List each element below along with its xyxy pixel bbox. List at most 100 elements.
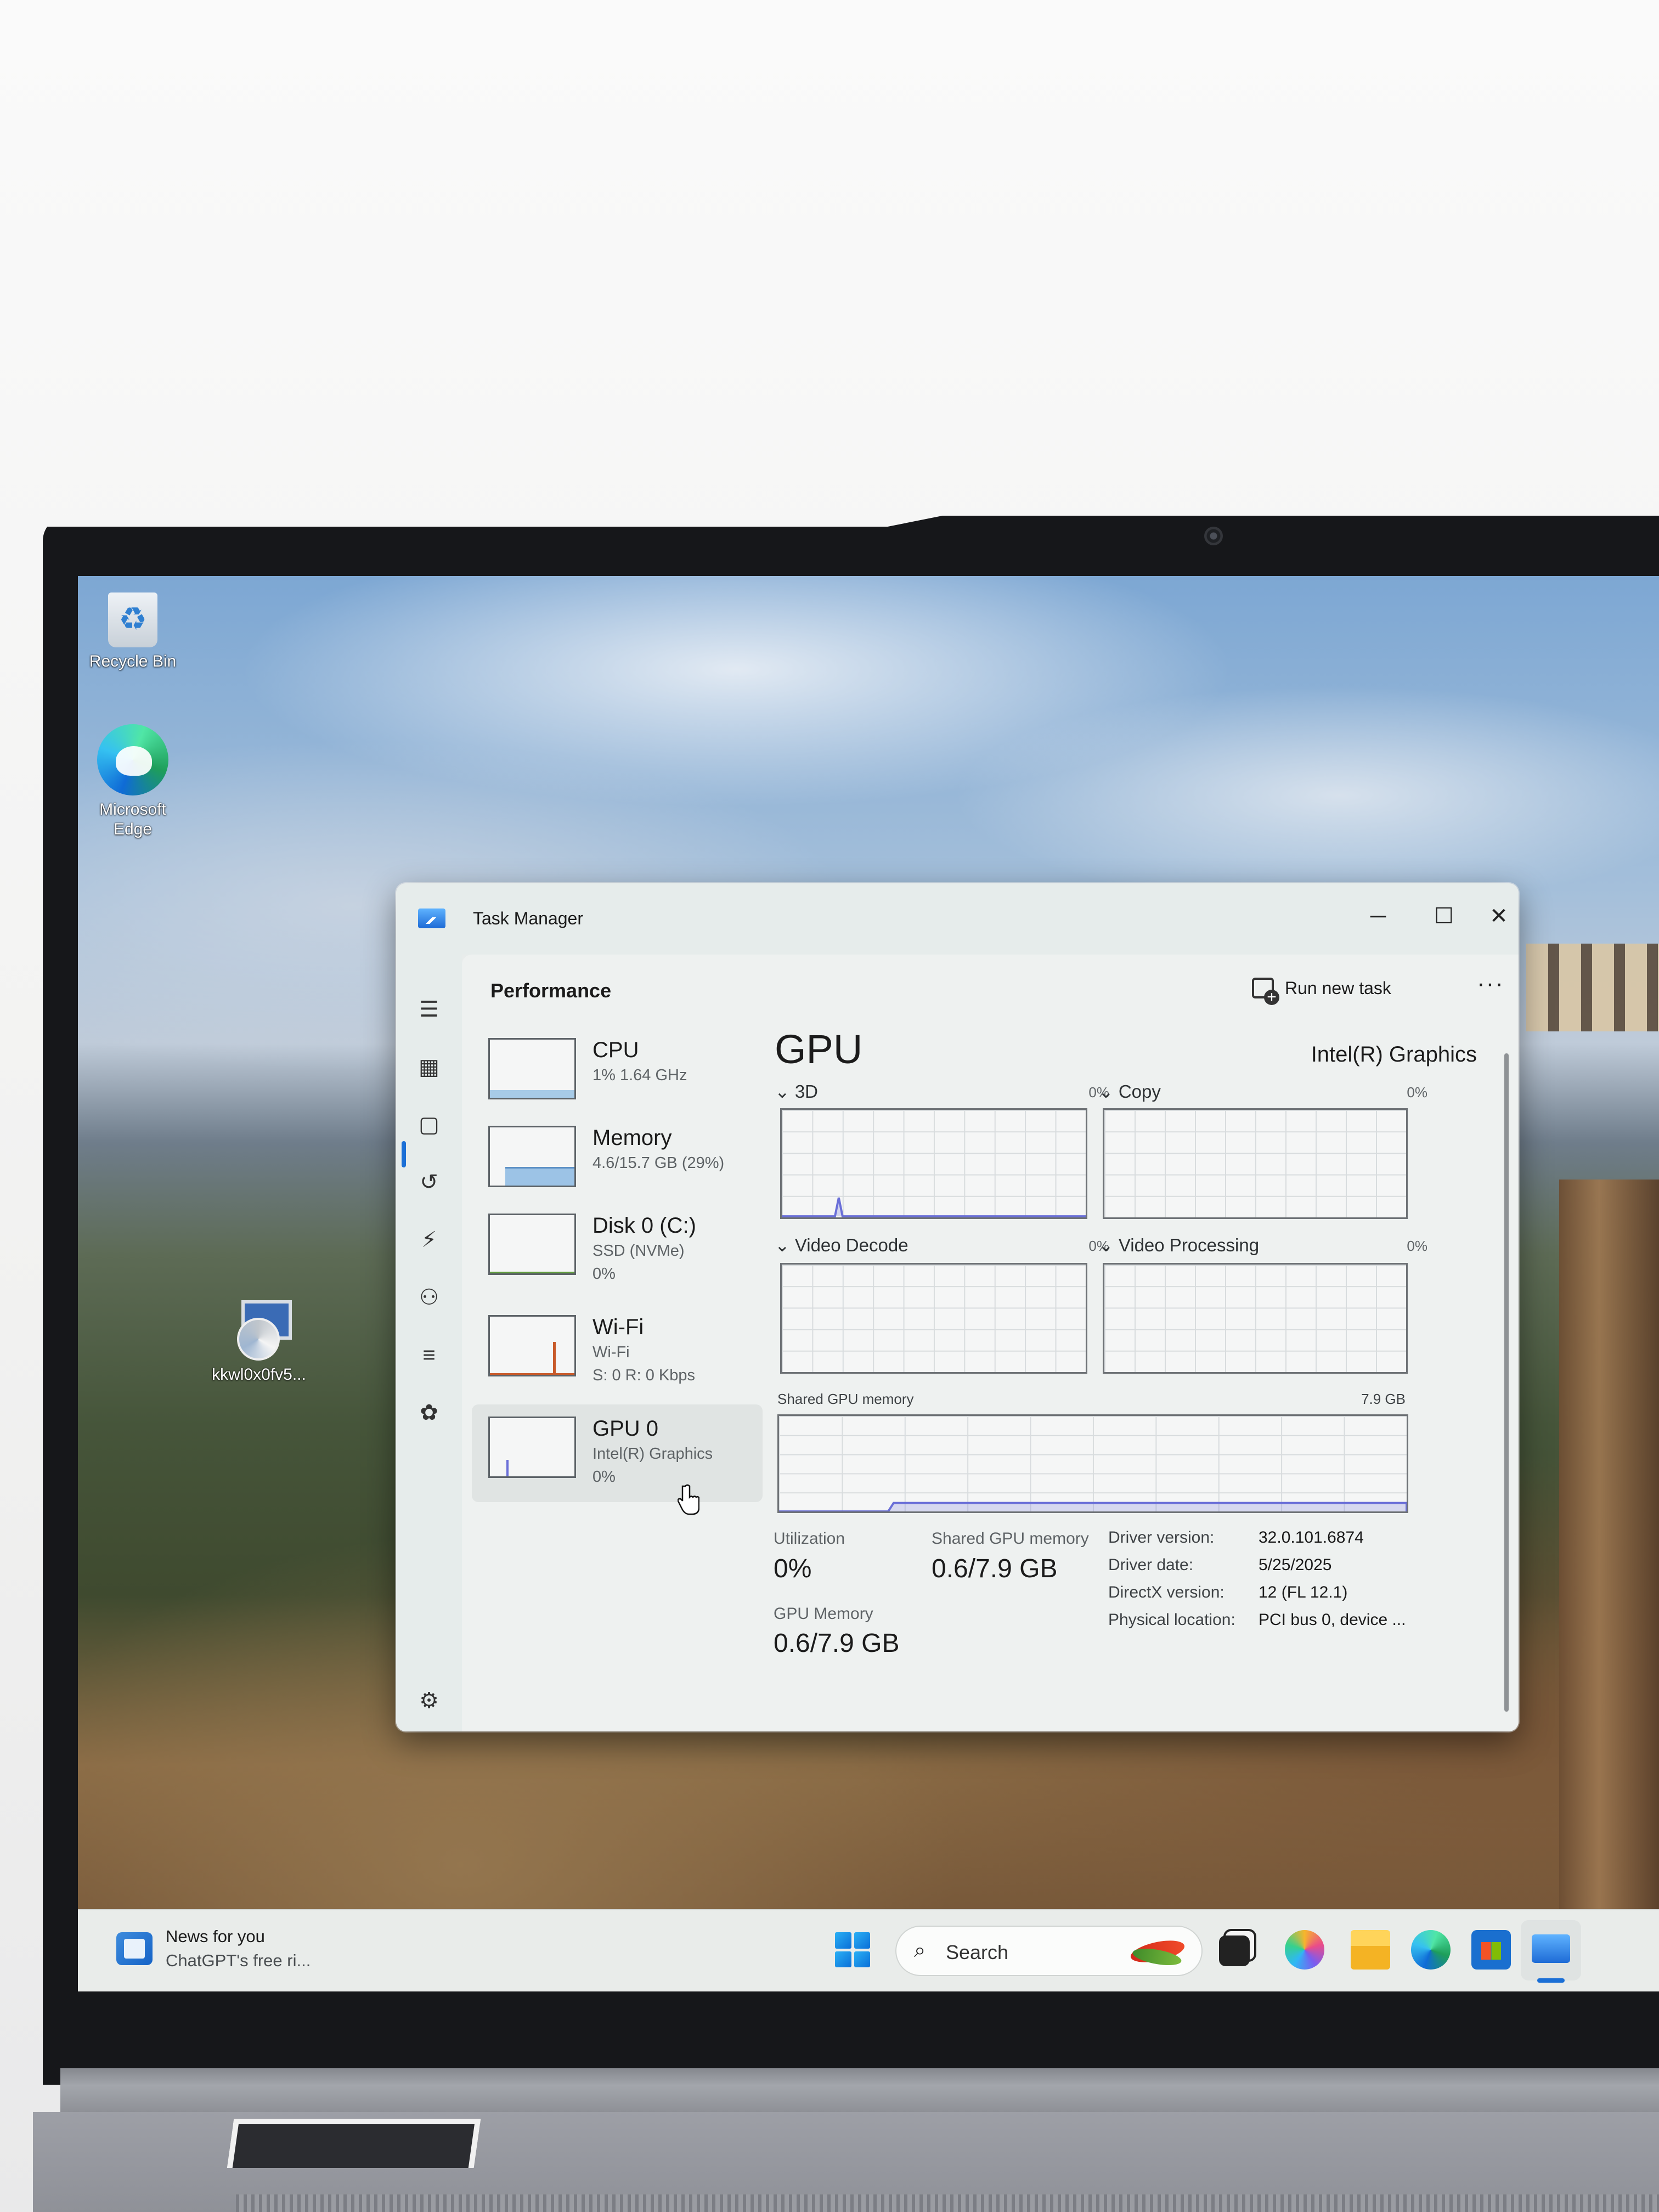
utilization-label: Utilization [774,1530,845,1548]
desktop-icon-label: kkwl0x0fv5... [212,1365,306,1384]
menu-icon[interactable]: ☰ [413,993,445,1026]
gpu-detail-panel: GPU Intel(R) Graphics ⌄ 3D 0% ⌄ Copy 0% [769,1026,1482,1723]
desktop-screen: Recycle Bin Microsoft Edge kkwl0x0fv5...… [78,576,1659,1991]
memory-mini-graph [488,1126,576,1187]
shared-memory-line [779,1502,1407,1511]
run-new-task-button[interactable]: Run new task [1252,978,1391,1005]
engine-3d-dropdown[interactable]: ⌄ 3D [775,1081,818,1102]
processes-icon[interactable]: ▦ [413,1051,445,1084]
close-button[interactable]: ✕ [1466,894,1519,938]
speaker-grille [236,2194,1659,2212]
resource-detail: 1% 1.64 GHz [592,1066,687,1084]
engine-3d-graph [780,1108,1087,1219]
microsoft-store-icon[interactable] [1471,1930,1511,1970]
desktop-icon-recycle-bin[interactable]: Recycle Bin [78,592,188,672]
installer-icon [226,1300,292,1361]
engine-label: 3D [794,1081,819,1102]
navigation-rail: ☰ ▦ ▢ ↺ ⚡ ⚇ ≡ ✿ ⚙ [396,955,462,1731]
scrollbar[interactable] [1504,1053,1509,1712]
resource-item-memory[interactable]: Memory 4.6/15.7 GB (29%) [472,1114,763,1211]
resource-name: Memory [592,1126,672,1150]
active-app-indicator [1537,1978,1565,1983]
engine-video-decode-graph [780,1263,1087,1374]
engine-video-decode-dropdown[interactable]: ⌄ Video Decode [775,1234,909,1256]
news-widget-headline[interactable]: ChatGPT's free ri... [166,1951,311,1971]
shared-memory-graph [777,1414,1408,1513]
performance-icon[interactable]: ▢ [413,1108,445,1141]
spec-label: Driver date: [1108,1556,1194,1574]
engine-video-processing-graph [1103,1263,1408,1374]
engine-label: Video Decode [794,1235,909,1255]
copilot-icon[interactable] [1285,1930,1324,1970]
chevron-down-icon: ⌄ [1098,1235,1119,1255]
wifi-mini-graph [488,1315,576,1376]
run-new-task-label: Run new task [1285,978,1391,998]
engine-copy-graph [1103,1108,1408,1219]
details-icon[interactable]: ≡ [413,1339,445,1372]
shared-memory-stat-label: Shared GPU memory [932,1530,1089,1548]
engine-video-processing-dropdown[interactable]: ⌄ Video Processing [1098,1234,1259,1256]
nav-selected-indicator [402,1141,406,1167]
minimize-button[interactable]: ─ [1345,894,1411,938]
laptop-hinge [60,2068,1659,2112]
gpu-memory-label: GPU Memory [774,1605,873,1623]
resource-name: GPU 0 [592,1417,659,1441]
resource-list: CPU 1% 1.64 GHz Memory 4.6/15.7 GB (29%)… [462,1026,769,1731]
engine-3d-line [782,1197,1086,1217]
resource-item-cpu[interactable]: CPU 1% 1.64 GHz [472,1026,763,1124]
resource-detail: Intel(R) Graphics [592,1445,713,1463]
services-icon[interactable]: ✿ [413,1396,445,1429]
start-button[interactable] [835,1932,870,1967]
resource-detail-2: 0% [592,1468,616,1486]
users-icon[interactable]: ⚇ [413,1281,445,1314]
resource-detail: 4.6/15.7 GB (29%) [592,1154,725,1172]
resource-item-gpu[interactable]: GPU 0 Intel(R) Graphics 0% [472,1404,763,1502]
page-title: Performance [490,979,612,1002]
desktop-icon-label: Microsoft Edge [99,800,166,838]
task-manager-taskbar-icon[interactable] [1532,1934,1570,1963]
resource-detail-2: S: 0 R: 0 Kbps [592,1367,695,1384]
taskbar-search-box[interactable]: ⌕ Search [895,1926,1203,1976]
chevron-down-icon: ⌄ [1098,1081,1119,1102]
gpu-adapter-name: Intel(R) Graphics [1311,1042,1477,1066]
task-view-icon[interactable] [1219,1936,1250,1966]
engine-label: Video Processing [1118,1235,1260,1255]
file-explorer-icon[interactable] [1351,1930,1390,1970]
desktop-icon-microsoft-edge[interactable]: Microsoft Edge [78,724,188,839]
engine-percent: 0% [1407,1238,1427,1254]
resource-detail-2: 0% [592,1265,616,1283]
desktop-icon-label: Recycle Bin [89,652,177,670]
task-manager-app-icon [418,909,445,928]
resource-item-disk[interactable]: Disk 0 (C:) SSD (NVMe) 0% [472,1201,763,1299]
startup-icon[interactable]: ⚡ [413,1223,445,1256]
resource-name: Wi-Fi [592,1315,644,1339]
resource-item-wifi[interactable]: Wi-Fi Wi-Fi S: 0 R: 0 Kbps [472,1303,763,1401]
windows-logo-icon [835,1932,851,1949]
engine-copy-dropdown[interactable]: ⌄ Copy [1098,1081,1161,1102]
wifi-mini-spike [553,1342,556,1375]
windows-logo-icon [854,1932,870,1949]
more-options-button[interactable]: ··· [1477,970,1504,997]
spec-value: 32.0.101.6874 [1259,1528,1364,1547]
resource-name: CPU [592,1038,639,1062]
disk-mini-graph [488,1214,576,1275]
engine-percent: 0% [1407,1084,1427,1101]
gpu-heading: GPU [775,1026,863,1072]
settings-icon[interactable]: ⚙ [413,1684,445,1717]
desktop-icon-setup-file[interactable]: kkwl0x0fv5... [204,1300,314,1385]
content-area: Performance Run new task ··· CPU 1% 1.64… [462,955,1519,1731]
wallpaper-building [1526,944,1659,1031]
history-icon[interactable]: ↺ [413,1166,445,1199]
chevron-down-icon: ⌄ [775,1081,795,1102]
engine-label: Copy [1118,1081,1161,1102]
utilization-value: 0% [774,1554,812,1583]
resource-detail: SSD (NVMe) [592,1242,685,1260]
edge-icon[interactable] [1411,1930,1451,1970]
spec-label: Driver version: [1108,1528,1215,1547]
title-bar[interactable]: Task Manager ─ ☐ ✕ [396,883,1519,955]
shared-memory-stat-value: 0.6/7.9 GB [932,1554,1058,1583]
laptop-hinge-tab [227,2119,481,2168]
news-widget-icon[interactable] [116,1932,153,1965]
news-widget-title[interactable]: News for you [166,1927,265,1946]
spec-value: PCI bus 0, device ... [1259,1611,1406,1629]
